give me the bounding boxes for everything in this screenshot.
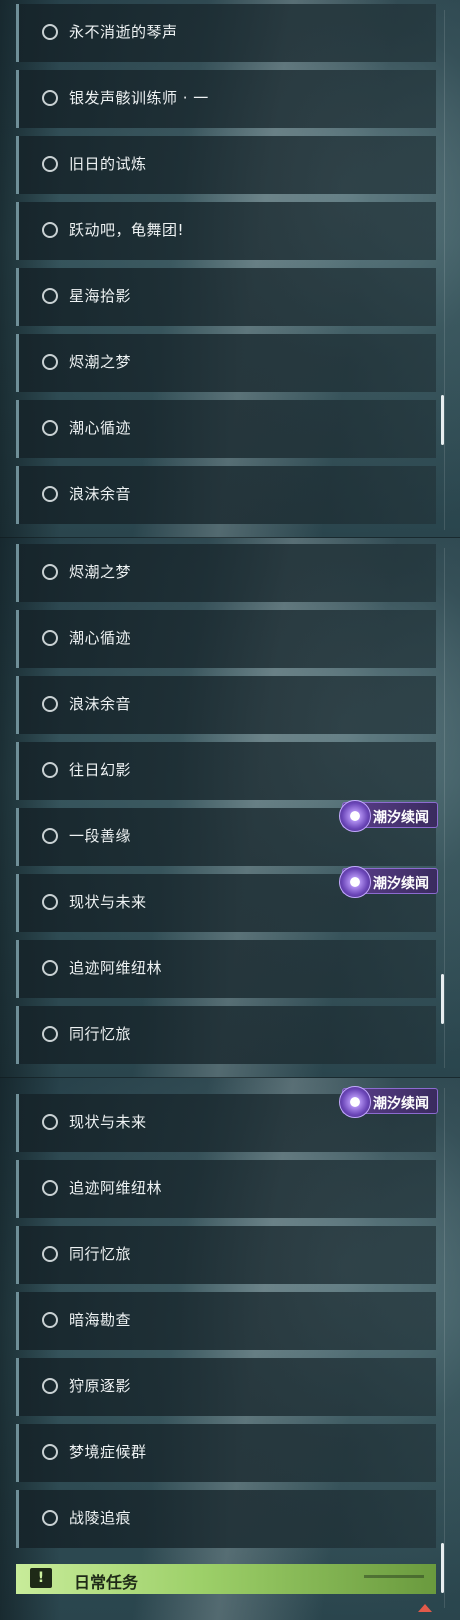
quest-label: 现状与未来 [69, 1113, 147, 1131]
tide-sequel-badge: 潮汐续闻 [339, 800, 438, 832]
quest-label: 暗海勘查 [69, 1311, 132, 1329]
quest-item[interactable]: 潮心循迹 [16, 400, 436, 458]
quest-item[interactable]: 狩原逐影 [16, 1358, 436, 1416]
quest-item[interactable]: 烬潮之梦 [16, 334, 436, 392]
daily-quests-label: 日常任务 [74, 1573, 139, 1592]
quest-label: 同行忆旅 [69, 1245, 132, 1263]
circle-icon [42, 1312, 58, 1328]
quest-item[interactable]: 永不消逝的琴声 [16, 4, 436, 62]
quest-item[interactable]: 追迹阿维纽林 [16, 940, 436, 998]
tide-emblem-icon [339, 1086, 371, 1118]
quest-label: 往日幻影 [69, 761, 132, 779]
quest-panel-3: 潮汐续闻 现状与未来 追迹阿维纽林 同行忆旅 暗海勘查 狩原逐影 梦境症候群 战… [0, 1078, 460, 1620]
tide-sequel-badge: 潮汐续闻 [339, 866, 438, 898]
header-hint-bar [364, 1575, 424, 1578]
quest-label: 银发声骸训练师 · 一 [69, 89, 209, 107]
circle-icon [42, 762, 58, 778]
quest-label: 潮心循迹 [69, 419, 132, 437]
quest-item[interactable]: 梦境症候群 [16, 1424, 436, 1482]
quest-item[interactable]: 往日幻影 [16, 742, 436, 800]
scroll-track [444, 10, 445, 530]
circle-icon [42, 564, 58, 580]
circle-icon [42, 1180, 58, 1196]
chevron-up-icon[interactable] [418, 1604, 432, 1612]
scroll-track [444, 548, 445, 1068]
exclamation-icon: ! [30, 1568, 52, 1588]
quest-item[interactable]: 银发声骸训练师 · 一 [16, 70, 436, 128]
circle-icon [42, 156, 58, 172]
quest-label: 浪沫余音 [69, 695, 132, 713]
circle-icon [42, 1378, 58, 1394]
quest-panel-2: 烬潮之梦 潮心循迹 浪沫余音 往日幻影 潮汐续闻 一段善缘 潮汐续闻 现状与未来… [0, 538, 460, 1078]
quest-label: 狩原逐影 [69, 1377, 132, 1395]
circle-icon [42, 696, 58, 712]
circle-icon [42, 1510, 58, 1526]
quest-item[interactable]: 星海拾影 [16, 268, 436, 326]
circle-icon [42, 1026, 58, 1042]
scrollbar-thumb[interactable] [441, 395, 444, 445]
circle-icon [42, 828, 58, 844]
quest-label: 现状与未来 [69, 893, 147, 911]
circle-icon [42, 420, 58, 436]
quest-item[interactable]: 浪沫余音 [16, 676, 436, 734]
quest-label: 追迹阿维纽林 [69, 1179, 163, 1197]
quest-item[interactable]: 同行忆旅 [16, 1006, 436, 1064]
quest-label: 烬潮之梦 [69, 353, 132, 371]
circle-icon [42, 24, 58, 40]
quest-label: 永不消逝的琴声 [69, 23, 178, 41]
circle-icon [42, 630, 58, 646]
circle-icon [42, 1444, 58, 1460]
quest-label: 一段善缘 [69, 827, 132, 845]
quest-item[interactable]: 烬潮之梦 [16, 544, 436, 602]
circle-icon [42, 354, 58, 370]
quest-label: 追迹阿维纽林 [69, 959, 163, 977]
tide-emblem-icon [339, 866, 371, 898]
daily-quests-header[interactable]: ! 日常任务 [16, 1564, 436, 1594]
quest-label: 星海拾影 [69, 287, 132, 305]
quest-item[interactable]: 追迹阿维纽林 [16, 1160, 436, 1218]
circle-icon [42, 222, 58, 238]
circle-icon [42, 486, 58, 502]
quest-label: 潮心循迹 [69, 629, 132, 647]
scrollbar-thumb[interactable] [441, 1543, 444, 1593]
quest-label: 浪沫余音 [69, 485, 132, 503]
badge-label: 潮汐续闻 [373, 876, 429, 892]
circle-icon [42, 960, 58, 976]
quest-label: 旧日的试炼 [69, 155, 147, 173]
scroll-track [444, 1088, 445, 1608]
scrollbar-thumb[interactable] [441, 974, 444, 1024]
quest-item[interactable]: 同行忆旅 [16, 1226, 436, 1284]
circle-icon [42, 288, 58, 304]
quest-label: 梦境症候群 [69, 1443, 147, 1461]
quest-item[interactable]: 浪沫余音 [16, 466, 436, 524]
quest-label: 烬潮之梦 [69, 563, 132, 581]
quest-item[interactable]: 潮心循迹 [16, 610, 436, 668]
circle-icon [42, 1246, 58, 1262]
quest-panel-1: 永不消逝的琴声 银发声骸训练师 · 一 旧日的试炼 跃动吧，龟舞团! 星海拾影 … [0, 0, 460, 538]
circle-icon [42, 90, 58, 106]
quest-item[interactable]: 跃动吧，龟舞团! [16, 202, 436, 260]
quest-item[interactable]: 战陵追痕 [16, 1490, 436, 1548]
quest-label: 跃动吧，龟舞团! [69, 221, 185, 239]
tide-emblem-icon [339, 800, 371, 832]
circle-icon [42, 894, 58, 910]
quest-label: 战陵追痕 [69, 1509, 132, 1527]
quest-label: 同行忆旅 [69, 1025, 132, 1043]
quest-item[interactable]: 旧日的试炼 [16, 136, 436, 194]
badge-label: 潮汐续闻 [373, 1096, 429, 1112]
tide-sequel-badge: 潮汐续闻 [339, 1086, 438, 1118]
badge-label: 潮汐续闻 [373, 810, 429, 826]
circle-icon [42, 1114, 58, 1130]
quest-item[interactable]: 暗海勘查 [16, 1292, 436, 1350]
